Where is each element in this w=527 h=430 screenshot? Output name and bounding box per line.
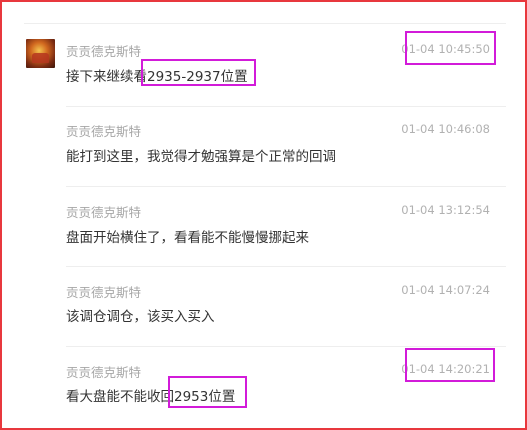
- message-divider: [66, 106, 506, 107]
- message-text: 该调仓调仓，该买入买入: [66, 309, 215, 325]
- user-avatar[interactable]: [26, 39, 55, 68]
- highlight-box-time: [405, 31, 496, 65]
- author-name[interactable]: 贡贡德克斯特: [66, 282, 141, 301]
- message-divider: [66, 346, 506, 347]
- message-text: 盘面开始横住了，看看能不能慢慢挪起来: [66, 230, 309, 246]
- author-name[interactable]: 贡贡德克斯特: [66, 41, 141, 60]
- highlight-box-time: [405, 348, 495, 382]
- message-time: 01-04 13:12:54: [401, 203, 490, 217]
- message-time: 01-04 14:07:24: [401, 283, 490, 297]
- message-divider: [66, 266, 506, 267]
- message-divider: [66, 186, 506, 187]
- highlight-box-text: [168, 376, 247, 408]
- message-time: 01-04 10:46:08: [401, 122, 490, 136]
- author-name[interactable]: 贡贡德克斯特: [66, 202, 141, 221]
- top-divider: [24, 23, 506, 24]
- author-name[interactable]: 贡贡德克斯特: [66, 362, 141, 381]
- author-name[interactable]: 贡贡德克斯特: [66, 121, 141, 140]
- message-text: 能打到这里，我觉得才勉强算是个正常的回调: [66, 149, 336, 165]
- highlight-box-text: [141, 59, 256, 86]
